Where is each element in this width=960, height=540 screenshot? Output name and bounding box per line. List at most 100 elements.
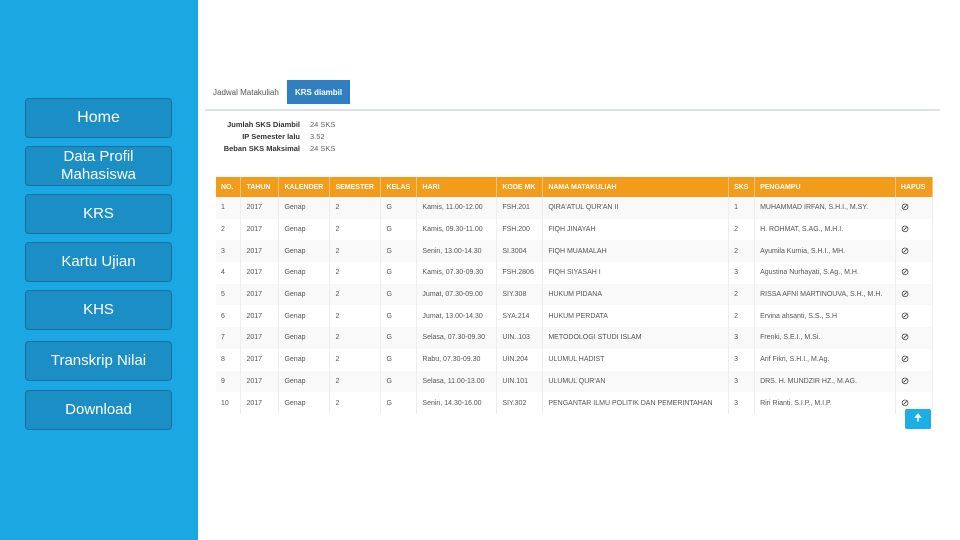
delete-cell: ⊘ (895, 283, 934, 306)
table-cell: METODOLOGI STUDI ISLAM (542, 327, 730, 349)
table-cell: 1 (728, 197, 756, 219)
table-cell: Jumat, 13.00-14.30 (416, 305, 498, 328)
column-header: SKS (728, 177, 756, 197)
table-cell: RISSA AFNI MARTINOUVA, S.H., M.H. (754, 283, 896, 306)
sidebar-item-download[interactable]: Download (25, 390, 172, 430)
table-cell: 2017 (240, 348, 280, 371)
table-row: 4 2017 Genap 2 G Kamis, 07.30-09.30 FSH.2806 FI… (216, 262, 934, 284)
ban-icon[interactable]: ⊘ (901, 354, 909, 365)
table-cell: 2 (329, 218, 382, 241)
scroll-top-button[interactable]: 🠉 (905, 409, 931, 429)
delete-cell: ⊘ (895, 370, 934, 393)
table-cell: SIY.308 (496, 283, 544, 306)
sidebar-item-data-profil-mahasiswa[interactable]: Data Profil Mahasiswa (25, 146, 172, 186)
table-cell: Genap (278, 283, 331, 306)
ban-icon[interactable]: ⊘ (901, 246, 909, 257)
table-cell: PENGANTAR ILMU POLITIK DAN PEMERINTAHAN (542, 392, 730, 414)
table-cell: FSH.201 (496, 197, 544, 219)
sidebar-item-krs[interactable]: KRS (25, 194, 172, 234)
column-header: PENGAMPU (754, 177, 896, 197)
table-cell: 2017 (240, 197, 280, 219)
table-cell: 2 (329, 197, 382, 219)
ban-icon[interactable]: ⊘ (901, 224, 909, 235)
table-cell: 2 (329, 240, 382, 263)
table-cell: G (380, 240, 418, 263)
delete-cell: ⊘ (895, 197, 934, 219)
table-cell: G (380, 218, 418, 241)
table-cell: Genap (278, 262, 331, 284)
table-cell: ULUMUL HADIST (542, 348, 730, 371)
table-cell: Agustina Nurhayati, S.Ag., M.H. (754, 262, 896, 284)
table-cell: UIN..103 (496, 327, 544, 349)
table-cell: G (380, 262, 418, 284)
table-cell: Senin, 14.30-16.00 (416, 392, 498, 414)
table-cell: 3 (728, 262, 756, 284)
table-cell: 8 (216, 348, 242, 371)
krs-table: NO. TAHUN KALENDER SEMESTER KELAS HARI KODE MK… (216, 177, 934, 414)
table-cell: 2017 (240, 392, 280, 414)
column-header: SEMESTER (329, 177, 382, 197)
table-cell: G (380, 305, 418, 328)
table-cell: Genap (278, 370, 331, 393)
summary-value: 24 SKS (310, 143, 336, 153)
table-cell: HUKUM PIDANA (542, 283, 730, 306)
delete-cell: ⊘ (895, 218, 934, 241)
sidebar-item-khs[interactable]: KHS (25, 290, 172, 330)
table-cell: 2017 (240, 283, 280, 306)
table-cell: Kamis, 11.00-12.00 (416, 197, 498, 219)
sidebar-item-kartu-ujian[interactable]: Kartu Ujian (25, 242, 172, 282)
summary-label: Jumlah SKS Diambil (227, 119, 300, 129)
table-cell: 9 (216, 370, 242, 393)
table-row: 5 2017 Genap 2 G Jumat, 07.30-09.00 SIY.308 HUK… (216, 283, 934, 306)
column-header: KELAS (380, 177, 418, 197)
table-cell: SIY.302 (496, 392, 544, 414)
ban-icon[interactable]: ⊘ (901, 398, 909, 409)
table-cell: Kamis, 09.30-11.00 (416, 218, 498, 241)
column-header: KODE MK (496, 177, 544, 197)
table-cell: 2 (728, 305, 756, 328)
table-cell: SI.3004 (496, 240, 544, 263)
ban-icon[interactable]: ⊘ (901, 289, 909, 300)
table-cell: 1 (216, 197, 242, 219)
table-cell: FIQH JINAYAH (542, 218, 730, 241)
summary-value: 24 SKS (310, 119, 336, 129)
table-cell: ULUMUL QUR'AN (542, 370, 730, 393)
table-cell: Genap (278, 348, 331, 371)
table-cell: 2 (329, 370, 382, 393)
table-cell: 3 (216, 240, 242, 263)
table-cell: 2 (329, 392, 382, 414)
table-cell: 2017 (240, 240, 280, 263)
table-cell: 2017 (240, 370, 280, 393)
summary-row: Beban SKS Maksimal 24 SKS (220, 142, 336, 154)
table-cell: 2017 (240, 262, 280, 284)
table-cell: Frenki, S.E.I., M.Si. (754, 327, 896, 349)
table-cell: Genap (278, 240, 331, 263)
table-row: 6 2017 Genap 2 G Jumat, 13.00-14.30 SYA.214 HUK… (216, 305, 934, 328)
table-cell: 4 (216, 262, 242, 284)
table-cell: 7 (216, 327, 242, 349)
table-cell: G (380, 392, 418, 414)
ban-icon[interactable]: ⊘ (901, 376, 909, 387)
table-cell: Riri Rianti. S.I.P., M.I.P. (754, 392, 896, 414)
sidebar-item-transkrip-nilai[interactable]: Transkrip Nilai (25, 341, 172, 381)
table-cell: G (380, 327, 418, 349)
ban-icon[interactable]: ⊘ (901, 311, 909, 322)
tab-jadwal-matakuliah[interactable]: Jadwal Matakuliah (205, 80, 287, 104)
table-cell: Rabu, 07.30-09.30 (416, 348, 498, 371)
table-cell: G (380, 370, 418, 393)
tab-krs-diambil[interactable]: KRS diambil (287, 80, 351, 104)
ban-icon[interactable]: ⊘ (901, 267, 909, 278)
table-cell: 2 (728, 283, 756, 306)
table-cell: Genap (278, 197, 331, 219)
sidebar-item-home[interactable]: Home (25, 98, 172, 138)
ban-icon[interactable]: ⊘ (901, 202, 909, 213)
summary-row: Jumlah SKS Diambil 24 SKS (220, 118, 335, 130)
delete-cell: ⊘ (895, 348, 934, 371)
table-cell: H. ROHMAT, S.AG., M.H.I. (754, 218, 896, 241)
table-cell: 2 (329, 327, 382, 349)
summary-value: 3.52 (310, 131, 325, 141)
column-header: KALENDER (278, 177, 331, 197)
table-cell: QIRA'ATUL QUR'AN II (542, 197, 730, 219)
ban-icon[interactable]: ⊘ (901, 332, 909, 343)
table-cell: SYA.214 (496, 305, 544, 328)
